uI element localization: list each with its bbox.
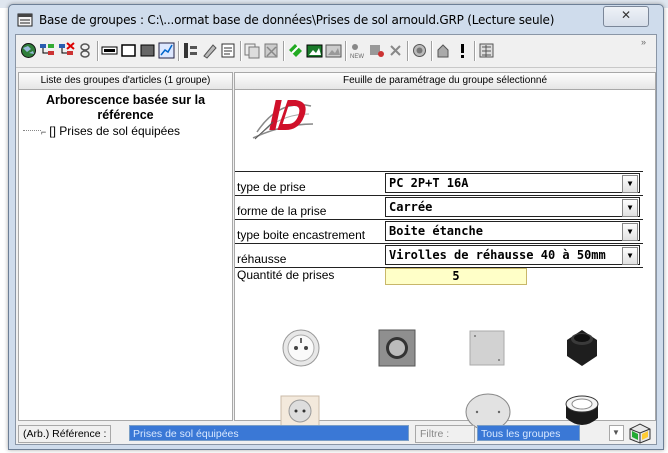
tree-node-icon: ⌐: [41, 127, 47, 137]
group-tree-pane: Arborescence basée sur la référence ⌐[] …: [18, 89, 233, 421]
toolbar-separator: [474, 41, 476, 61]
toolbar-separator: [283, 41, 285, 61]
param-row-type-prise: type de prise PC 2P+T 16A ▼: [235, 171, 643, 196]
tree-item-prefix: []: [49, 124, 56, 138]
dropdown-arrow-icon[interactable]: ▼: [622, 175, 638, 193]
dropdown-arrow-icon[interactable]: ▼: [622, 223, 638, 241]
param-label: réhausse: [237, 252, 287, 266]
filter-field[interactable]: Tous les groupes: [477, 425, 580, 441]
globe-icon[interactable]: [20, 42, 37, 59]
param-row-quantite: Quantité de prises 5: [235, 267, 643, 285]
columns-icon[interactable]: [182, 42, 199, 59]
add-image-icon[interactable]: [306, 42, 323, 59]
tree-delete-icon[interactable]: [58, 42, 75, 59]
company-logo: [252, 100, 314, 140]
square-plate-image[interactable]: [467, 328, 507, 368]
delete-list-icon[interactable]: [263, 42, 280, 59]
window-client-area: NEW » Liste des groupes d'articles (1 gr…: [15, 34, 657, 445]
param-row-rehausse: réhausse Virolles de réhausse 40 à 50mm ▼: [235, 243, 643, 268]
new-red-icon[interactable]: [368, 42, 385, 59]
param-value: Virolles de réhausse 40 à 50mm: [389, 248, 606, 262]
param-value: PC 2P+T 16A: [389, 176, 469, 190]
toolbar-separator: [431, 41, 433, 61]
status-bar: (Arb.) Référence : Prises de sol équipée…: [18, 422, 654, 444]
pencil-icon[interactable]: [201, 42, 218, 59]
param-label: forme de la prise: [237, 204, 327, 218]
param-value: Carrée: [389, 200, 433, 214]
toolbar-separator: [178, 41, 180, 61]
round-socket-image[interactable]: [279, 326, 323, 370]
param-label: type boite encastrement: [237, 228, 366, 242]
toolbar: NEW »: [16, 35, 656, 68]
package-icon[interactable]: [628, 422, 652, 444]
square-socket-cover-image[interactable]: [375, 326, 419, 370]
unlink-icon[interactable]: [77, 42, 94, 59]
new-icon[interactable]: NEW: [349, 42, 366, 59]
param-value: Boite étanche: [389, 224, 483, 238]
param-row-boite: type boite encastrement Boite étanche ▼: [235, 219, 643, 244]
gray-rect-icon[interactable]: [139, 42, 156, 59]
parameter-sheet-header: Feuille de paramétrage du groupe sélecti…: [234, 72, 656, 90]
tree-connector: [23, 130, 41, 132]
close-button[interactable]: ✕: [603, 6, 649, 27]
group-list-header: Liste des groupes d'articles (1 groupe): [18, 72, 233, 90]
database-window-icon: [17, 13, 33, 27]
rehausse-select[interactable]: Virolles de réhausse 40 à 50mm ▼: [385, 245, 640, 265]
dropdown-arrow-icon[interactable]: ▼: [622, 247, 638, 265]
cross-icon[interactable]: [387, 42, 404, 59]
tree-item[interactable]: ⌐[] Prises de sol équipées: [41, 124, 180, 138]
toolbar-separator: [345, 41, 347, 61]
add-green-icon[interactable]: [287, 42, 304, 59]
minus-box-icon[interactable]: [101, 42, 118, 59]
tree-icon[interactable]: [39, 42, 56, 59]
edit-list-icon[interactable]: [220, 42, 237, 59]
image-icon[interactable]: [325, 42, 342, 59]
window-title: Base de groupes : C:\...ormat base de do…: [39, 13, 555, 27]
filter-label: Filtre :: [415, 425, 475, 443]
reference-field[interactable]: Prises de sol équipées: [129, 425, 409, 441]
title-bar[interactable]: Base de groupes : C:\...ormat base de do…: [9, 5, 663, 34]
type-prise-select[interactable]: PC 2P+T 16A ▼: [385, 173, 640, 193]
floor-box-image[interactable]: [557, 322, 607, 372]
filter-dropdown[interactable]: ▼: [609, 425, 624, 441]
quantity-field[interactable]: 5: [385, 268, 527, 285]
param-row-forme: forme de la prise Carrée ▼: [235, 195, 643, 220]
toolbar-overflow-button[interactable]: »: [641, 37, 646, 47]
group-base-window: Base de groupes : C:\...ormat base de do…: [8, 4, 664, 450]
dropdown-arrow-icon[interactable]: ▼: [622, 199, 638, 217]
svg-text:NEW: NEW: [350, 54, 364, 59]
close-icon: ✕: [620, 8, 632, 22]
white-rect-icon[interactable]: [120, 42, 137, 59]
parameter-sheet: type de prise PC 2P+T 16A ▼ forme de la p…: [234, 89, 656, 431]
dropdown-arrow-icon: ▼: [612, 428, 620, 437]
exclamation-icon[interactable]: [454, 42, 471, 59]
chart-icon[interactable]: [158, 42, 175, 59]
calc-icon[interactable]: [478, 42, 495, 59]
export-icon[interactable]: [435, 42, 452, 59]
toolbar-separator: [97, 41, 99, 61]
tree-item-label: Prises de sol équipées: [59, 124, 181, 138]
toolbar-separator: [407, 41, 409, 61]
forme-select[interactable]: Carrée ▼: [385, 197, 640, 217]
toolbar-separator: [240, 41, 242, 61]
photo-icon[interactable]: [411, 42, 428, 59]
boite-select[interactable]: Boite étanche ▼: [385, 221, 640, 241]
reference-label: (Arb.) Référence :: [18, 425, 112, 443]
copy-icon[interactable]: [244, 42, 261, 59]
quantity-label: Quantité de prises: [237, 268, 335, 282]
param-label: type de prise: [237, 180, 306, 194]
